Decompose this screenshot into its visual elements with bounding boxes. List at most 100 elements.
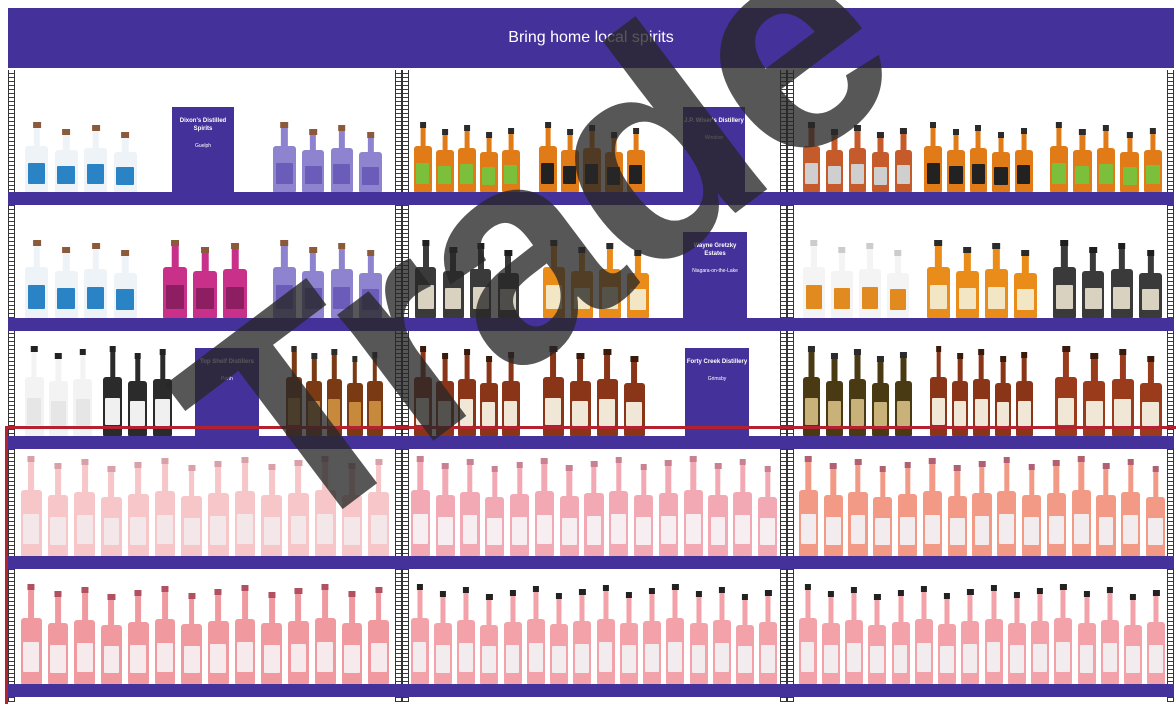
product-bottle (1007, 592, 1026, 684)
shelf-upright-center-right-2 (787, 70, 794, 702)
product-bottle (288, 588, 309, 684)
product-bottle (1121, 459, 1141, 556)
product-bottle (234, 585, 256, 684)
product-bottle (868, 594, 887, 684)
shelf-ledge (8, 436, 1174, 449)
product-bottle (1049, 122, 1068, 192)
product-bottle (1124, 594, 1143, 684)
product-bottle (154, 458, 176, 556)
shelf-upright-center-left-2 (402, 70, 409, 702)
distillery-city: Guelph (194, 143, 212, 149)
product-bottle (914, 586, 933, 684)
product-bottle (831, 247, 853, 318)
distillery-city: Windsor (704, 135, 724, 141)
product-bottle (894, 128, 913, 192)
product-bottle (683, 456, 703, 556)
product-bottle (1120, 132, 1139, 192)
product-bottle (502, 128, 520, 192)
product-bottle (207, 461, 229, 556)
product-bottle (1083, 353, 1106, 436)
product-bottle (821, 591, 840, 684)
product-bottle (306, 353, 323, 436)
product-bottle (666, 584, 685, 684)
product-bottle (1096, 463, 1116, 556)
shelf-ledge (8, 318, 1174, 331)
product-bottle (127, 590, 149, 684)
product-bottle (359, 250, 382, 318)
product-bottle (101, 466, 122, 556)
product-bottle (436, 129, 454, 192)
product-bottle (658, 460, 679, 556)
product-bottle (825, 353, 844, 436)
product-bottle (1077, 591, 1096, 684)
product-bottle (689, 591, 708, 684)
product-bottle (261, 464, 283, 556)
product-bottle (627, 250, 649, 318)
product-bottle (972, 461, 992, 556)
shelf-upright-left (8, 70, 15, 702)
product-bottle (414, 122, 432, 192)
product-bottle (891, 590, 910, 684)
product-bottle (561, 129, 579, 192)
shelf-upright-center-right (780, 70, 787, 702)
product-bottle (599, 243, 621, 318)
product-bottle (509, 462, 530, 556)
product-bottle (54, 129, 78, 192)
product-bottle (480, 132, 498, 192)
product-bottle (207, 589, 229, 684)
product-bottle (633, 464, 654, 556)
product-bottle (798, 456, 819, 556)
product-bottle (84, 125, 108, 192)
product-bottle (559, 465, 579, 556)
product-bottle (997, 457, 1017, 556)
product-bottle (301, 247, 325, 318)
product-bottle (74, 587, 96, 684)
product-bottle (314, 584, 336, 684)
product-bottle (569, 353, 592, 436)
distillery-sign: Top Shelf Distillers Perth (195, 348, 259, 436)
product-bottle (798, 584, 817, 684)
distillery-sign: Dixon's Distilled Spirits Guelph (172, 107, 234, 192)
product-bottle (1015, 352, 1033, 436)
product-bottle (288, 460, 309, 556)
product-bottle (458, 349, 476, 436)
product-bottle (414, 346, 432, 436)
product-bottle (733, 459, 753, 556)
product-bottle (497, 250, 519, 318)
product-bottle (619, 592, 638, 684)
product-bottle (845, 587, 864, 684)
distillery-city: Grimsby (707, 376, 727, 382)
product-bottle (951, 353, 969, 436)
product-bottle (584, 461, 604, 556)
product-bottle (609, 457, 629, 556)
product-bottle (368, 459, 390, 556)
product-bottle (1014, 250, 1037, 318)
product-bottle (848, 349, 867, 436)
distillery-name: Wayne Gretzky Estates (693, 243, 737, 257)
product-bottle (433, 591, 452, 684)
product-bottle (542, 346, 565, 436)
product-bottle (330, 243, 354, 318)
product-bottle (503, 590, 522, 684)
product-bottle (712, 587, 731, 684)
product-bottle (435, 463, 455, 556)
product-bottle (152, 349, 173, 436)
product-bottle (736, 594, 755, 684)
product-bottle (368, 587, 390, 684)
product-bottle (757, 466, 778, 556)
product-bottle (803, 240, 825, 318)
product-bottle (367, 352, 383, 436)
product-bottle (127, 353, 148, 436)
distillery-name: Forty Creek Distillery (686, 359, 748, 365)
product-bottle (1139, 250, 1162, 318)
product-bottle (759, 590, 778, 684)
store-shelf-display: Bring home local spirits Dixon's Distill… (0, 0, 1176, 704)
product-bottle (286, 346, 302, 436)
distillery-name: Top Shelf Distillers (200, 359, 254, 365)
product-bottle (480, 594, 499, 684)
product-bottle (341, 591, 363, 684)
distillery-sign: Wayne Gretzky Estates Niagara-on-the-Lak… (683, 232, 747, 318)
product-bottle (1014, 128, 1033, 192)
product-bottle (985, 243, 1008, 318)
product-bottle (627, 128, 645, 192)
